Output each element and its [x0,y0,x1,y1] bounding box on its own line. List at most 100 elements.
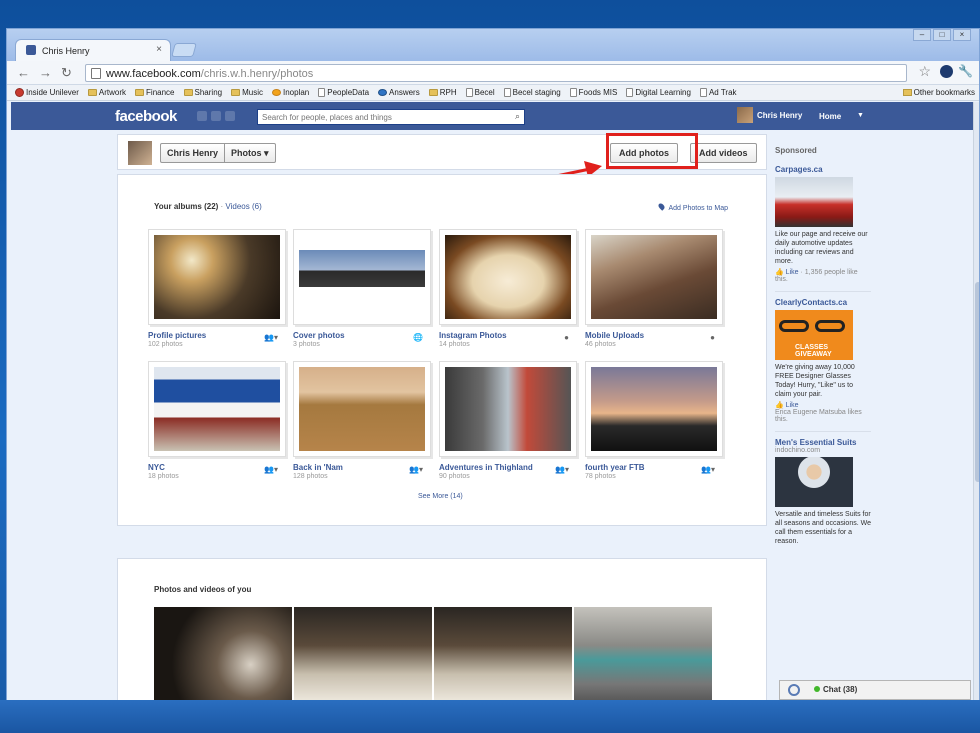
reload-icon[interactable]: ↻ [61,65,72,81]
photo-thumbnail[interactable] [574,607,712,701]
back-arrow-icon[interactable]: ← [17,65,30,80]
album-cover [445,235,571,319]
scrollbar[interactable] [973,102,979,701]
notifications-icon[interactable] [225,111,235,121]
privacy-icon[interactable]: 👥▾ [555,465,569,474]
privacy-icon[interactable]: ● [710,333,715,342]
ad-image[interactable]: CLASSES GIVEAWAY [775,310,853,360]
bookmark-item[interactable]: Foods MIS [569,88,617,97]
photos-of-you-title: Photos and videos of you [154,585,252,594]
friend-requests-icon[interactable] [197,111,207,121]
chat-label[interactable]: Chat (38) [814,685,857,694]
album-card[interactable]: Instagram Photos 14 photos ● [439,229,577,348]
facebook-logo[interactable]: facebook [115,108,177,125]
ad-indochino[interactable]: Men's Essential Suits indochino.com Vers… [775,431,871,546]
ad-title[interactable]: Men's Essential Suits [775,438,871,447]
photo-thumbnail[interactable] [154,607,292,701]
taskbar [0,700,980,733]
account-menu-icon[interactable]: ▼ [857,112,864,119]
bookmark-item[interactable]: Digital Learning [626,88,691,97]
forward-arrow-icon[interactable]: → [39,65,52,80]
maximize-button[interactable]: □ [933,29,951,41]
scrollbar-thumb[interactable] [975,282,979,482]
messages-icon[interactable] [211,111,221,121]
desktop-background: Chris Henry × – □ × ← → ↻ www.facebook.c… [0,0,980,733]
ad-like-link[interactable]: 👍 Like · 1,356 people like this. [775,268,871,283]
ad-likes-count: Erica Eugene Matsuba likes this. [775,409,862,423]
see-more-link[interactable]: See More (14) [418,493,463,500]
album-name[interactable]: Cover photos [293,331,431,340]
search-input[interactable] [258,110,498,124]
bookmark-item[interactable]: Sharing [183,88,222,97]
privacy-icon[interactable]: 👥▾ [264,465,278,474]
add-videos-button[interactable]: Add videos [690,143,757,163]
minimize-button[interactable]: – [913,29,931,41]
globe-icon[interactable]: 🌐 [413,333,423,342]
wrench-icon[interactable]: 🔧 [958,64,973,78]
bookmark-item[interactable]: PeopleData [318,88,369,97]
bookmark-label: Becel staging [512,88,561,97]
page-icon [503,88,511,97]
main-column: Chris Henry Photos ▾ Add photos Add vide… [117,133,767,701]
album-card[interactable]: Mobile Uploads 46 photos ● [585,229,723,348]
user-name: Chris Henry [757,110,803,120]
bookmark-item[interactable]: RPH [428,88,457,97]
address-bar[interactable]: www.facebook.com/chris.w.h.henry/photos [85,64,907,82]
privacy-icon[interactable]: 👥▾ [701,465,715,474]
ad-like-link[interactable]: 👍 Like [775,401,871,409]
home-link[interactable]: Home [819,112,841,121]
extension-icon[interactable] [940,65,953,78]
bookmark-star-icon[interactable]: ☆ [918,63,931,80]
profile-thumbnail[interactable] [128,141,152,165]
close-tab-icon[interactable]: × [156,44,162,55]
chat-bar[interactable]: Chat (38) [779,680,971,700]
ad-title[interactable]: Carpages.ca [775,165,871,174]
bookmark-item[interactable]: Answers [378,88,420,97]
search-icon[interactable]: ⌕ [515,111,520,122]
bookmark-item[interactable]: Finance [135,88,175,97]
ad-clearlycontacts[interactable]: ClearlyContacts.ca CLASSES GIVEAWAY We'r… [775,291,871,423]
bookmark-item[interactable]: Inoplan [271,88,309,97]
photos-of-you-grid [154,607,712,701]
bookmark-item[interactable]: Artwork [87,88,127,97]
sponsored-sidebar: Sponsored Carpages.ca Like our page and … [775,134,871,694]
privacy-icon[interactable]: 👥▾ [409,465,423,474]
album-card[interactable]: Back in 'Nam 128 photos 👥▾ [293,361,431,480]
user-profile-link[interactable]: Chris Henry [737,107,802,123]
browser-tab[interactable]: Chris Henry × [15,39,171,61]
bookmark-label: Artwork [98,88,127,97]
ad-carpages[interactable]: Carpages.ca Like our page and receive ou… [775,163,871,283]
photo-thumbnail[interactable] [294,607,432,701]
close-window-button[interactable]: × [953,29,971,41]
add-photos-to-map-link[interactable]: Add Photos to Map [657,202,728,212]
bookmark-item[interactable]: Becel staging [503,88,561,97]
new-tab-button[interactable] [171,43,197,57]
other-bookmarks[interactable]: Other bookmarks [902,88,975,97]
album-card[interactable]: Adventures in Thighland 90 photos 👥▾ [439,361,577,480]
ad-image[interactable] [775,177,853,227]
privacy-icon[interactable]: ● [564,333,569,342]
breadcrumb-section[interactable]: Photos ▾ [224,144,275,162]
videos-link[interactable]: Videos (6) [225,202,261,211]
page-icon [569,88,577,97]
ad-text: Like our page and receive our daily auto… [775,231,868,265]
album-count: 3 photos [293,341,320,348]
album-name[interactable]: Mobile Uploads [585,331,723,340]
ad-image[interactable] [775,457,853,507]
album-card[interactable]: NYC 18 photos 👥▾ [148,361,286,480]
bookmark-item[interactable]: Inside Unilever [15,88,79,97]
bookmark-item[interactable]: Music [231,88,263,97]
album-card[interactable]: fourth year FTB 78 photos 👥▾ [585,361,723,480]
album-name[interactable]: Instagram Photos [439,331,577,340]
bookmark-item[interactable]: Becel [465,88,495,97]
bookmark-label: Digital Learning [635,88,691,97]
privacy-icon[interactable]: 👥▾ [264,333,278,342]
album-card[interactable]: Cover photos 3 photos 🌐 [293,229,431,348]
breadcrumb-name[interactable]: Chris Henry [161,144,224,162]
bookmark-label: Becel [474,88,495,97]
photo-thumbnail[interactable] [434,607,572,701]
globe-icon[interactable] [788,684,800,696]
album-card[interactable]: Profile pictures 102 photos 👥▾ [148,229,286,348]
ad-title[interactable]: ClearlyContacts.ca [775,298,871,307]
bookmark-item[interactable]: Ad Trak [699,88,737,97]
